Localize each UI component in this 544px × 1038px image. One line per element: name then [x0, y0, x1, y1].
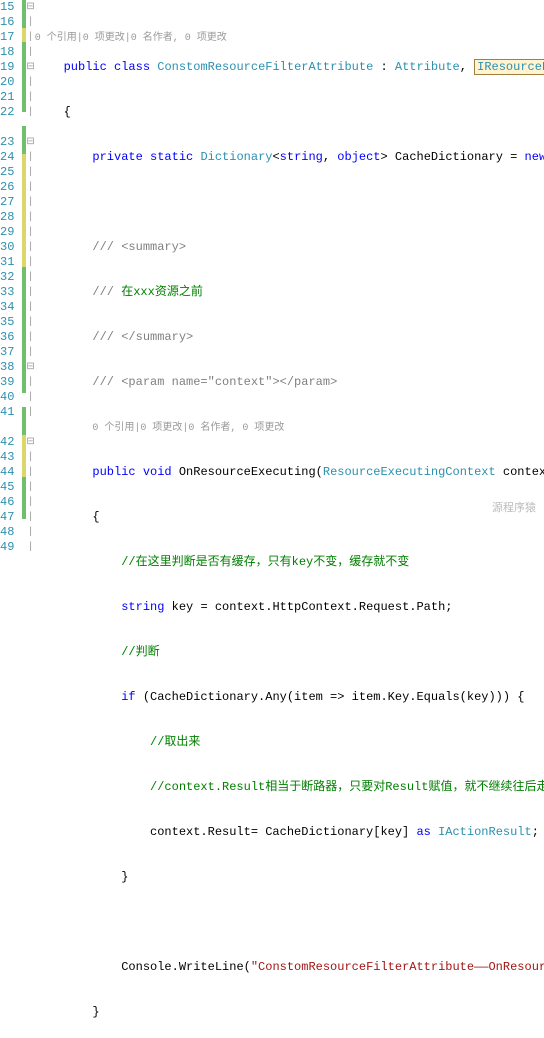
code-line: string key = context.HttpContext.Request… [35, 600, 544, 615]
fold-icon[interactable]: ⊟ [26, 435, 34, 450]
code-line: private static Dictionary<string, object… [35, 150, 544, 165]
code-line: public void OnResourceExecuting(Resource… [35, 465, 544, 480]
code-line: //context.Result相当于断路器，只要对Result赋值，就不继续往… [35, 780, 544, 795]
code-line: //判断 [35, 645, 544, 660]
fold-icon[interactable]: ⊟ [26, 135, 34, 150]
code-line: context.Result= CacheDictionary[key] as … [35, 825, 544, 840]
code-line: 0 个引用|0 项更改|0 名作者, 0 项更改 [35, 30, 544, 45]
highlighted-interface: IResourceFilter [474, 59, 544, 75]
code-line: /// <summary> [35, 240, 544, 255]
code-area[interactable]: 0 个引用|0 项更改|0 名作者, 0 项更改 public class Co… [35, 0, 544, 519]
code-line: } [35, 1005, 544, 1020]
fold-gutter[interactable]: ⊟|||⊟|||⊟||||||||||||||⊟|||⊟||||||| [26, 0, 34, 519]
fold-icon[interactable]: ⊟ [26, 60, 34, 75]
code-line: /// 在xxx资源之前 [35, 285, 544, 300]
fold-icon[interactable]: ⊟ [26, 360, 34, 375]
code-editor[interactable]: 1516171819202122232425262728293031323334… [0, 0, 544, 519]
code-line: /// </summary> [35, 330, 544, 345]
code-line: { [35, 105, 544, 120]
watermark: 源程序猿 [492, 499, 536, 515]
fold-icon[interactable]: ⊟ [26, 0, 34, 15]
code-line: } [35, 870, 544, 885]
code-line: { [35, 510, 544, 525]
codelens-line[interactable]: 0 个引用|0 项更改|0 名作者, 0 项更改 [35, 420, 544, 435]
code-line: if (CacheDictionary.Any(item => item.Key… [35, 690, 544, 705]
code-line: /// <param name="context"></param> [35, 375, 544, 390]
code-line: //在这里判断是否有缓存，只有key不变，缓存就不变 [35, 555, 544, 570]
code-line: //取出来 [35, 735, 544, 750]
code-line: public class ConstomResourceFilterAttrib… [35, 60, 544, 75]
line-numbers: 1516171819202122232425262728293031323334… [0, 0, 20, 519]
code-line: Console.WriteLine("ConstomResourceFilter… [35, 960, 544, 975]
